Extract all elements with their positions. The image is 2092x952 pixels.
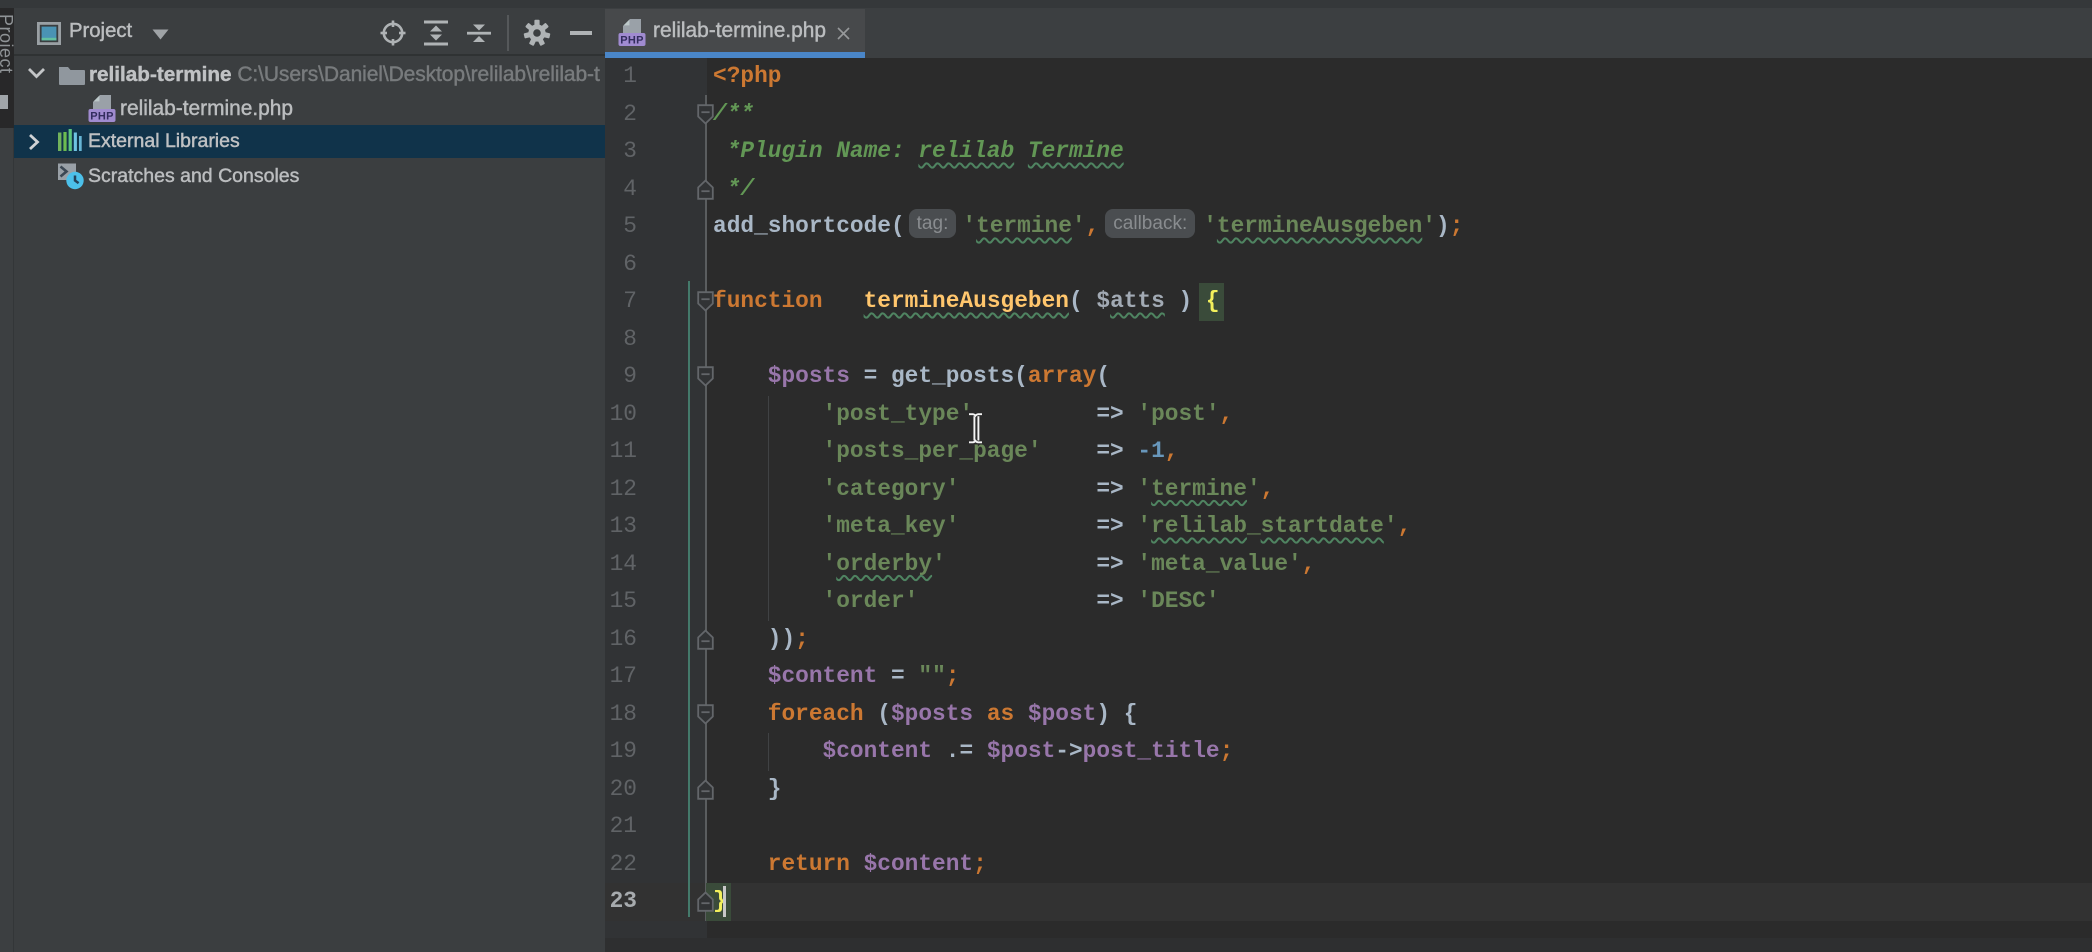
svg-text:PHP: PHP — [90, 110, 114, 122]
svg-text:PHP: PHP — [620, 34, 644, 46]
